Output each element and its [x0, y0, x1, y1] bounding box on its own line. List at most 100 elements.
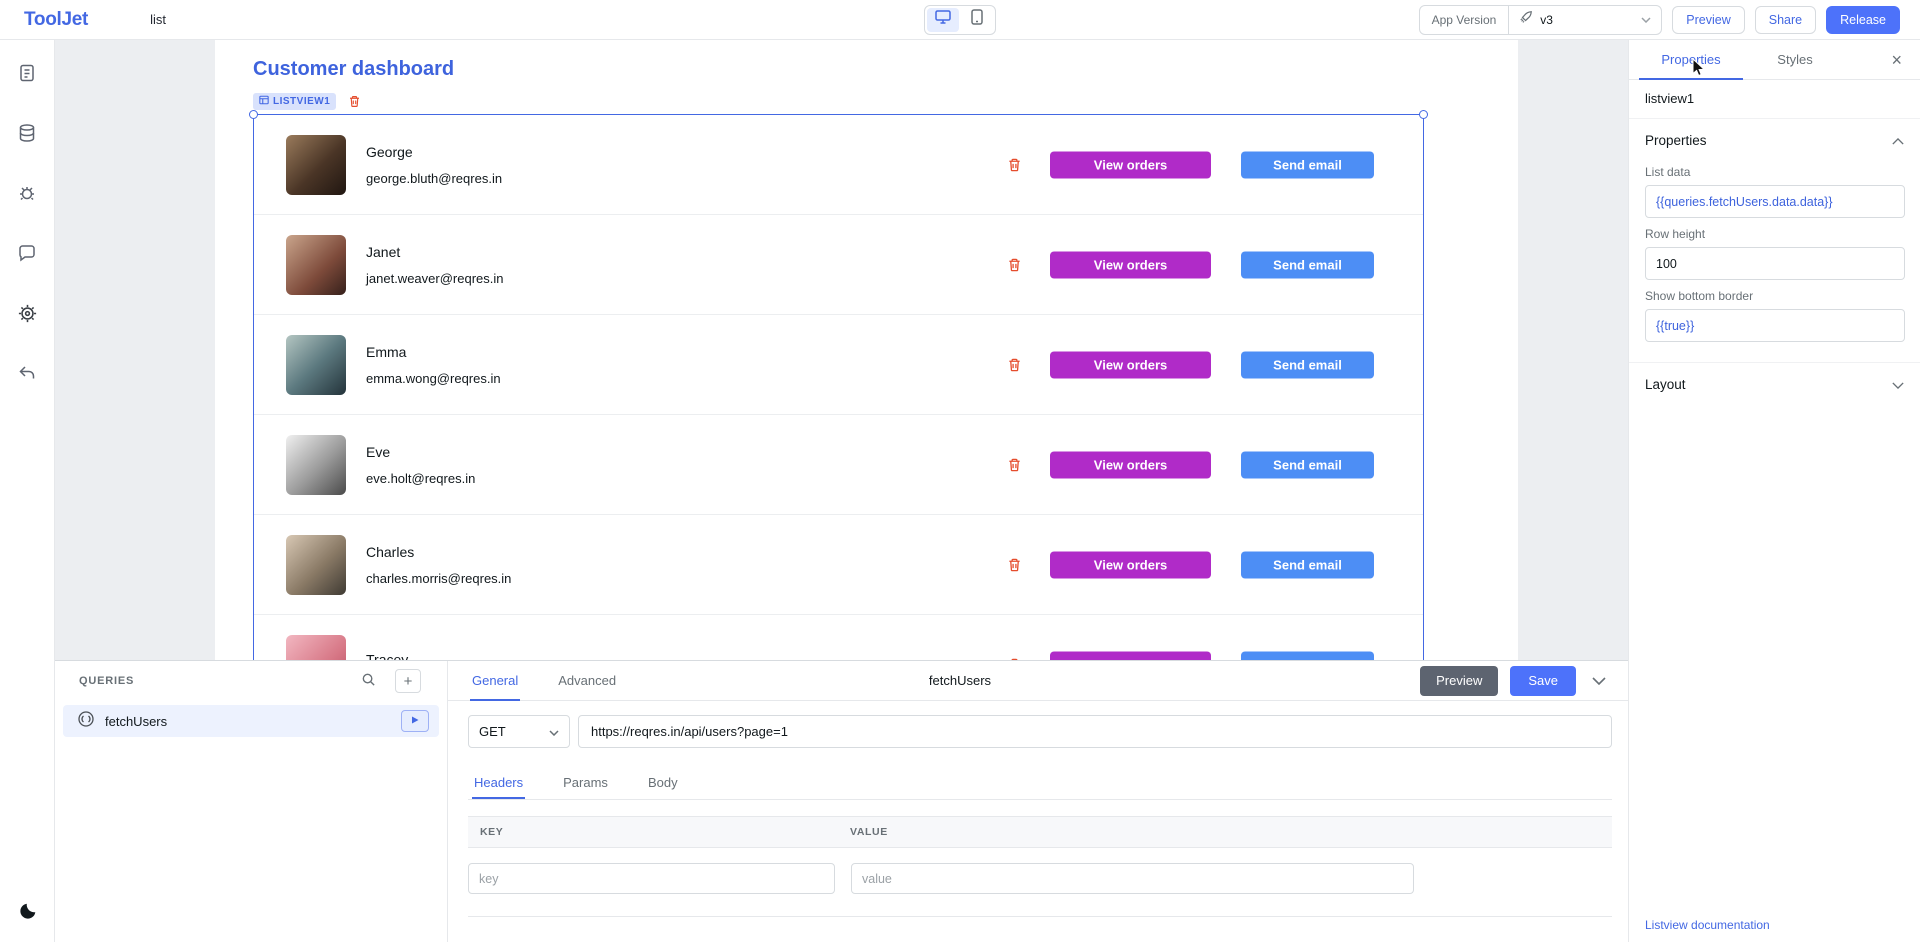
run-query-button[interactable]: [401, 710, 429, 732]
send-email-button[interactable]: Send email: [1241, 151, 1374, 178]
customer-name: Eve: [366, 444, 475, 460]
query-list-item-fetchusers[interactable]: fetchUsers: [63, 705, 439, 737]
delete-row-icon[interactable]: [1007, 557, 1022, 572]
send-email-button[interactable]: Send email: [1241, 251, 1374, 278]
collapse-panel-chevron-icon[interactable]: [1588, 673, 1610, 689]
listview-documentation-link[interactable]: Listview documentation: [1645, 918, 1770, 932]
send-email-button[interactable]: Send email: [1241, 351, 1374, 378]
listview-row: Janet janet.weaver@reqres.in View orders…: [254, 215, 1423, 315]
query-save-button[interactable]: Save: [1510, 666, 1576, 696]
method-select[interactable]: GET: [468, 715, 570, 748]
chevron-down-icon: [1641, 17, 1651, 23]
debugger-icon[interactable]: [7, 173, 47, 213]
send-email-button[interactable]: Send email: [1241, 551, 1374, 578]
avatar: [286, 335, 346, 395]
header-key-input[interactable]: [468, 863, 835, 894]
avatar: [286, 535, 346, 595]
view-orders-button[interactable]: View orders: [1050, 451, 1211, 478]
tab-advanced[interactable]: Advanced: [556, 661, 618, 701]
customer-name: Janet: [366, 244, 503, 260]
search-queries-button[interactable]: [355, 669, 381, 693]
url-input[interactable]: [578, 715, 1612, 748]
subtab-body[interactable]: Body: [646, 766, 680, 799]
close-icon[interactable]: ×: [1885, 49, 1908, 71]
delete-row-icon[interactable]: [1007, 257, 1022, 272]
view-orders-button[interactable]: View orders: [1050, 651, 1211, 660]
release-button[interactable]: Release: [1826, 6, 1900, 34]
query-panel: QUERIES + fetchUsers General: [55, 660, 1628, 942]
key-column-header: KEY: [468, 826, 850, 838]
listview-widget[interactable]: George george.bluth@reqres.in View order…: [253, 114, 1424, 660]
bottom-border-value: {{true}}: [1656, 319, 1694, 333]
share-button[interactable]: Share: [1755, 6, 1816, 34]
tab-general[interactable]: General: [470, 661, 520, 701]
queries-title: QUERIES: [79, 675, 134, 687]
app-name[interactable]: list: [150, 12, 166, 27]
canvas-title-widget[interactable]: Customer dashboard: [253, 58, 454, 81]
app-canvas[interactable]: Customer dashboard LISTVIEW1 George geor…: [215, 40, 1518, 660]
customer-name: Emma: [366, 344, 501, 360]
row-text: Tracey: [366, 651, 408, 660]
widget-badge-label: LISTVIEW1: [273, 96, 330, 107]
resize-handle-top-right[interactable]: [1419, 110, 1428, 119]
properties-section-header[interactable]: Properties: [1629, 119, 1920, 156]
view-orders-button[interactable]: View orders: [1050, 551, 1211, 578]
query-title[interactable]: fetchUsers: [929, 673, 991, 688]
tab-properties[interactable]: Properties: [1639, 40, 1743, 80]
row-height-value: 100: [1656, 257, 1677, 271]
pages-icon[interactable]: [7, 53, 47, 93]
properties-section-label: Properties: [1645, 133, 1707, 148]
bottom-border-input[interactable]: {{true}}: [1645, 309, 1905, 342]
row-text: Emma emma.wong@reqres.in: [366, 344, 501, 386]
subtab-headers[interactable]: Headers: [472, 766, 525, 799]
preview-button[interactable]: Preview: [1672, 6, 1744, 34]
avatar: [286, 135, 346, 195]
listview-row: Emma emma.wong@reqres.in View orders Sen…: [254, 315, 1423, 415]
list-data-value: {{queries.fetchUsers.data.data}}: [1656, 195, 1833, 209]
header-value-input[interactable]: [851, 863, 1414, 894]
layout-section-label: Layout: [1645, 377, 1686, 392]
row-height-label: Row height: [1645, 227, 1904, 241]
play-icon: [410, 712, 420, 730]
add-query-button[interactable]: +: [395, 669, 421, 693]
topbar-actions: App Version v3 Preview Share Release: [1419, 5, 1920, 35]
undo-icon[interactable]: [7, 353, 47, 393]
headers-table-header: KEY VALUE: [468, 816, 1612, 848]
row-text: George george.bluth@reqres.in: [366, 144, 502, 186]
rest-api-icon: [77, 710, 95, 733]
query-editor-body: GET Headers Params Body KEY VALUE: [448, 701, 1628, 917]
queries-list-pane: QUERIES + fetchUsers: [55, 661, 448, 942]
inspected-widget-name: listview1: [1629, 80, 1920, 119]
mobile-icon: [971, 9, 983, 30]
delete-row-icon[interactable]: [1007, 357, 1022, 372]
send-email-button[interactable]: Send email: [1241, 451, 1374, 478]
view-orders-button[interactable]: View orders: [1050, 251, 1211, 278]
widget-config-handle: LISTVIEW1: [253, 93, 361, 110]
comments-icon[interactable]: [7, 233, 47, 273]
chevron-up-icon: [1892, 133, 1904, 148]
row-height-input[interactable]: 100: [1645, 247, 1905, 280]
query-preview-button[interactable]: Preview: [1420, 666, 1498, 696]
layout-section-header[interactable]: Layout: [1629, 363, 1920, 400]
app-version-group: App Version v3: [1419, 5, 1663, 35]
list-data-label: List data: [1645, 165, 1904, 179]
list-data-input[interactable]: {{queries.fetchUsers.data.data}}: [1645, 185, 1905, 218]
resize-handle-top-left[interactable]: [249, 110, 258, 119]
version-select[interactable]: v3: [1509, 10, 1661, 29]
delete-row-icon[interactable]: [1007, 457, 1022, 472]
subtab-params[interactable]: Params: [561, 766, 610, 799]
avatar: [286, 635, 346, 660]
view-orders-button[interactable]: View orders: [1050, 151, 1211, 178]
send-email-button[interactable]: Send email: [1241, 651, 1374, 660]
view-orders-button[interactable]: View orders: [1050, 351, 1211, 378]
desktop-layout-button[interactable]: [927, 8, 959, 32]
listview-icon: [259, 95, 269, 108]
row-text: Janet janet.weaver@reqres.in: [366, 244, 503, 286]
dark-mode-toggle[interactable]: [0, 901, 55, 926]
mobile-layout-button[interactable]: [961, 8, 993, 32]
tab-styles[interactable]: Styles: [1743, 40, 1847, 80]
delete-row-icon[interactable]: [1007, 157, 1022, 172]
settings-gear-icon[interactable]: [7, 293, 47, 333]
datasources-icon[interactable]: [7, 113, 47, 153]
delete-widget-icon[interactable]: [348, 95, 361, 108]
